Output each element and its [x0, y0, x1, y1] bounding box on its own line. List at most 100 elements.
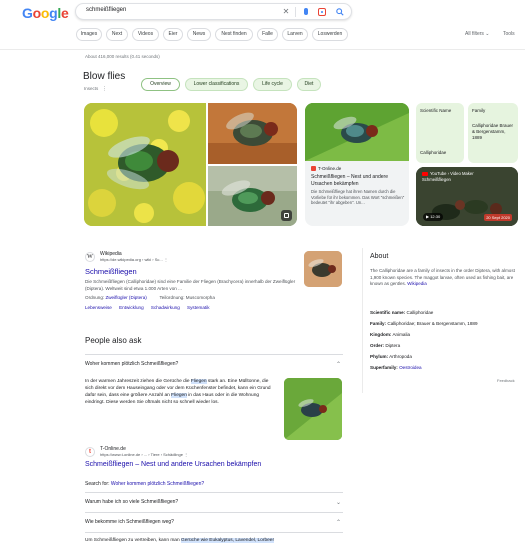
chevron-up-icon[interactable]: ⌃ — [336, 519, 341, 526]
fact-label: Order: — [370, 343, 385, 348]
chip-news[interactable]: News — [187, 28, 211, 41]
tools-button[interactable]: Tools — [503, 31, 515, 37]
sitelink-entwicklung[interactable]: Entwicklung — [119, 305, 144, 310]
about-heading: About — [370, 253, 389, 260]
all-filters-label: All filters — [465, 31, 484, 37]
paa-source-url-text: https://www.t-online.de › ... › Tiere › … — [100, 452, 183, 457]
about-fact-order: Order: Diptera — [370, 343, 400, 348]
about-description: The Calliphoridae are a family of insect… — [370, 268, 515, 288]
answer-text-a: In der warmen Jahreszeit ziehen die Gerü… — [85, 379, 191, 384]
article-card[interactable]: T-Online.de Schmeißfliegen – Nest und an… — [305, 103, 409, 226]
t-online-favicon-icon — [311, 166, 316, 172]
fact-scientific-name-label: Scientific Name — [420, 108, 452, 113]
order-label: Ordnung: — [85, 295, 105, 300]
all-filters-button[interactable]: All filters ⌄ — [465, 31, 490, 37]
result-title-link[interactable]: Schmeißfliegen — [85, 267, 137, 276]
youtube-icon — [422, 171, 428, 176]
tab-lower-classifications[interactable]: Lower classifications — [185, 78, 248, 91]
paa-source-title-link[interactable]: Schmeißfliegen – Nest und andere Ursache… — [85, 461, 261, 468]
fly-on-leaf-image — [305, 103, 409, 161]
tab-life-cycle[interactable]: Life cycle — [253, 78, 292, 91]
answer-3-text: Um Schmeißfliegen zu vertreiben, kann ma… — [85, 538, 181, 543]
expand-images-icon[interactable] — [281, 210, 292, 221]
answer-highlight: Fliegen — [190, 379, 207, 384]
result-url[interactable]: https://de.wikipedia.org › wiki › Sc... … — [100, 257, 168, 262]
more-options-icon[interactable]: ⋮ — [102, 86, 107, 92]
result-snippet: Die Schmeißfliegen (Calliphoridae) sind … — [85, 279, 296, 291]
video-duration-label: 12:30 — [430, 214, 441, 219]
about-description-text: The Calliphoridae are a family of insect… — [370, 268, 515, 286]
search-for-link[interactable]: Woher kommen plötzlich Schmeißfliegen? — [111, 481, 204, 487]
order-value[interactable]: Zweiflügler (Diptera) — [105, 295, 146, 300]
paa-question-3[interactable]: Wie bekomme ich Schmeißfliegen weg? ⌃ — [85, 519, 343, 526]
wikipedia-favicon-icon: W — [85, 252, 95, 262]
google-logo[interactable]: Google — [22, 5, 69, 21]
suborder-value: Muscomorpha — [185, 295, 215, 300]
paa-question-3-text: Wie bekomme ich Schmeißfliegen weg? — [85, 519, 174, 525]
fly-on-wood-image[interactable] — [208, 103, 297, 164]
result-url-text: https://de.wikipedia.org › wiki › Sc... — [100, 257, 163, 262]
article-source: T-Online.de — [311, 166, 341, 172]
sitelinks: Lebensweise Entwicklung Schadwirkung Sys… — [85, 305, 216, 310]
green-fly-image[interactable] — [208, 166, 297, 226]
chevron-down-icon[interactable]: ⌄ — [336, 499, 341, 506]
chip-next[interactable]: Next — [106, 28, 128, 41]
sitelink-schadwirkung[interactable]: Schadwirkung — [151, 305, 180, 310]
tab-overview[interactable]: Overview — [141, 78, 180, 91]
paa-question-1[interactable]: Woher kommen plötzlich Schmeißfliegen? ⌃ — [85, 361, 343, 368]
paa-answer-3: Um Schmeißfliegen zu vertreiben, kann ma… — [85, 538, 343, 543]
video-duration: ▶ 12:30 — [423, 213, 444, 221]
about-fact-superfamily: Superfamily: Oestroidea — [370, 365, 422, 370]
fact-value: Arthropoda — [389, 354, 412, 359]
chip-images[interactable]: Images — [76, 28, 102, 41]
answer-3-highlight: Gerüche wie Eukalyptus, Lavendel, Lorbee… — [180, 538, 275, 543]
about-wikipedia-link[interactable]: Wikipedia — [407, 281, 427, 286]
paa-answer-1: In der warmen Jahreszeit ziehen die Gerü… — [85, 378, 275, 406]
paa-divider — [85, 532, 343, 533]
search-box[interactable]: schmeißfliegen ✕ — [75, 3, 352, 20]
suborder-label: Teilordnung: — [159, 295, 185, 300]
chip-loswerden[interactable]: Loswerden — [312, 28, 348, 41]
search-for-line: Search for: Woher kommen plötzlich Schme… — [85, 481, 204, 487]
chip-eier[interactable]: Eier — [163, 28, 183, 41]
fact-family[interactable]: Family Calliphoridae Brauer & Bergenstam… — [468, 103, 518, 163]
paa-source-url[interactable]: https://www.t-online.de › ... › Tiere › … — [100, 452, 188, 457]
tab-diet[interactable]: Diet — [297, 78, 321, 91]
entity-subtitle: Insects — [84, 86, 99, 91]
about-divider — [362, 248, 363, 393]
paa-divider — [85, 354, 343, 355]
feedback-link[interactable]: Feedback — [497, 378, 515, 383]
video-title: Schmeißfliegen — [422, 177, 451, 182]
chevron-up-icon[interactable]: ⌃ — [336, 361, 341, 368]
article-title[interactable]: Schmeißfliegen – Nest und andere Ursache… — [311, 174, 405, 187]
search-for-label: Search for: — [85, 481, 111, 487]
result-thumbnail[interactable] — [304, 251, 342, 287]
answer-highlight-2: Fliegen — [171, 393, 187, 398]
fly-on-flowers-image[interactable] — [84, 103, 206, 226]
video-source-label: YouTube › Video Maker — [430, 171, 474, 176]
fact-scientific-name[interactable]: Scientific Name Calliphoridae — [416, 103, 464, 163]
chip-nest-finden[interactable]: Nest finden — [215, 28, 253, 41]
clear-icon[interactable]: ✕ — [280, 6, 292, 18]
chip-larven[interactable]: Larven — [282, 28, 308, 41]
about-fact-phylum: Phylum: Arthropoda — [370, 354, 412, 359]
fact-value: Calliphoridae; Brauer & Bergenstamm, 188… — [387, 321, 478, 326]
paa-divider — [85, 492, 343, 493]
chip-falle[interactable]: Falle — [257, 28, 278, 41]
microphone-icon[interactable] — [300, 6, 312, 18]
video-card[interactable]: YouTube › Video Maker Schmeißfliegen ▶ 1… — [416, 167, 518, 226]
google-lens-icon[interactable] — [316, 6, 328, 18]
fact-value-link[interactable]: Oestroidea — [399, 365, 421, 370]
fact-value: Animalia — [392, 332, 411, 337]
paa-answer-image[interactable] — [284, 378, 342, 440]
paa-question-2[interactable]: Warum habe ich so viele Schmeißfliegen? … — [85, 499, 343, 506]
sitelink-systematik[interactable]: Systematik — [187, 305, 209, 310]
article-snippet: Die Schmeißfliege hat ihren Namen durch … — [311, 189, 405, 206]
chip-videos[interactable]: Videos — [132, 28, 159, 41]
fact-family-label: Family — [472, 108, 486, 113]
search-input[interactable]: schmeißfliegen — [86, 7, 126, 13]
search-icon[interactable] — [334, 6, 346, 18]
people-also-ask-heading: People also ask — [85, 336, 142, 345]
sitelink-lebensweise[interactable]: Lebensweise — [85, 305, 112, 310]
header: Google schmeißfliegen ✕ Images Next Vide… — [0, 0, 525, 50]
